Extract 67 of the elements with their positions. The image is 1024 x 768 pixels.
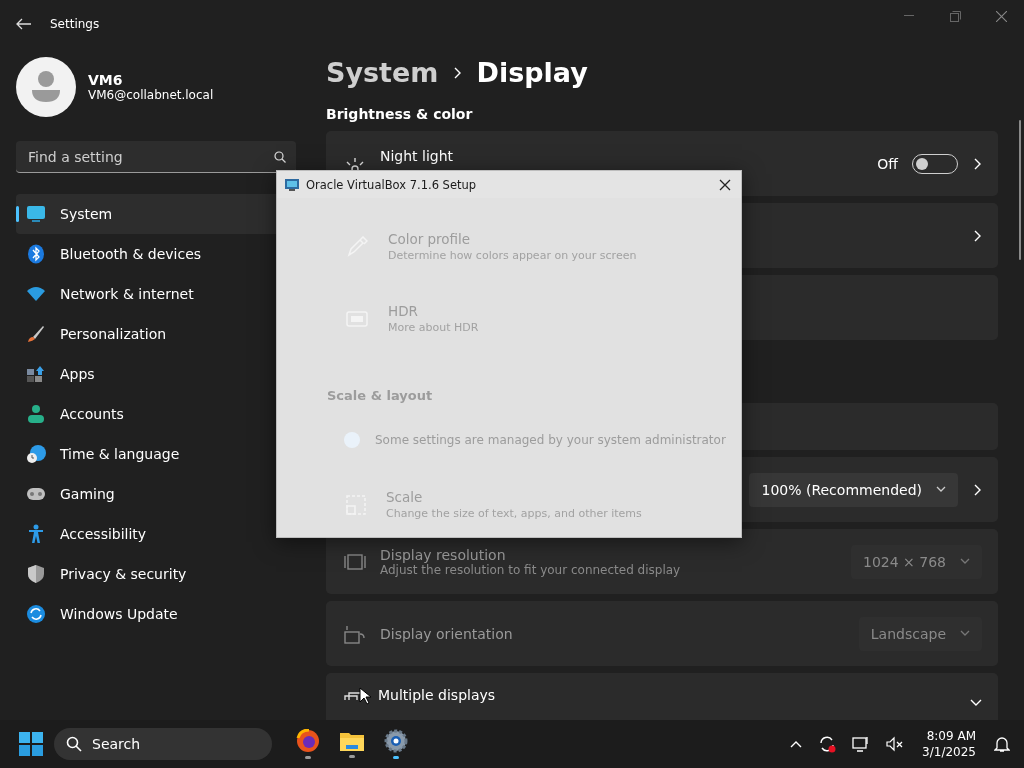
nav-item[interactable]: Gaming — [16, 474, 296, 514]
chevron-right-icon — [972, 229, 982, 242]
person-icon — [26, 404, 46, 424]
search-box[interactable]: Find a setting — [16, 141, 296, 173]
taskbar-search[interactable]: Search — [54, 728, 272, 760]
setting-description: Adjust the resolution to fit your connected display — [380, 562, 682, 577]
chevron-right-icon — [972, 483, 982, 496]
setting-title: Display orientation — [380, 625, 514, 642]
minimize-icon — [904, 15, 914, 17]
faded-title: HDR — [388, 303, 419, 319]
globe-clock-icon — [26, 444, 46, 464]
nav-item[interactable]: Apps — [16, 354, 296, 394]
sync-icon — [26, 604, 46, 624]
gamepad-icon — [26, 487, 46, 501]
dropdown[interactable]: 100% (Recommended) — [749, 472, 958, 507]
nav-item[interactable]: Accounts — [16, 394, 296, 434]
search-icon — [66, 736, 82, 752]
back-arrow-icon[interactable] — [16, 18, 32, 30]
search-icon — [274, 150, 286, 163]
monitor-icon — [26, 205, 46, 223]
resolution-icon — [344, 552, 366, 571]
app-icon — [284, 177, 300, 192]
start-icon[interactable] — [18, 731, 44, 757]
chevron-down-icon — [960, 630, 970, 637]
nav-item[interactable]: Personalization — [16, 314, 296, 354]
bluetooth-icon — [26, 244, 46, 264]
faded-heading: Scale & layout — [327, 387, 433, 403]
nav-item[interactable]: Network & internet — [16, 274, 296, 314]
accessibility-icon — [26, 524, 46, 544]
clock[interactable]: 8:09 AM 3/1/2025 — [918, 728, 980, 760]
avatar — [16, 57, 76, 117]
page-title: Display — [476, 57, 588, 88]
user-email: VM6@collabnet.local — [88, 88, 214, 102]
chevron-right-icon — [972, 157, 982, 170]
faded-description: More about HDR — [388, 321, 479, 334]
close-icon — [995, 10, 1007, 22]
shield-icon — [26, 564, 46, 584]
faded-title: Color profile — [388, 231, 472, 247]
nav-item[interactable]: Time & language — [16, 434, 296, 474]
restore-icon — [949, 10, 961, 22]
wifi-icon — [26, 286, 46, 302]
setting-title: Multiple displays — [378, 687, 496, 703]
chevron-down-icon — [936, 486, 946, 493]
nav-item[interactable]: Bluetooth & devices — [16, 234, 296, 274]
paintbrush-icon — [26, 325, 46, 343]
breadcrumb-link[interactable]: System — [326, 57, 439, 88]
nav-item[interactable]: Accessibility — [16, 514, 296, 554]
setting-title: Display resolution — [380, 546, 507, 563]
faded-description: Determine how colors appear on your screen — [388, 249, 637, 262]
apps-icon — [26, 365, 46, 383]
info-icon — [343, 430, 361, 449]
faded-notice: Some settings are managed by your system administrator — [375, 432, 726, 447]
window-title: Settings — [50, 17, 100, 31]
section-heading: Brightness & color — [326, 106, 474, 122]
faded-title: Scale — [386, 489, 424, 505]
setting-title: Night light — [380, 148, 455, 164]
rotate-screen-icon — [344, 623, 366, 644]
chevron-down-icon — [960, 558, 970, 565]
faded-description: Change the size of text, apps, and other items — [386, 507, 642, 520]
nav-item[interactable]: Privacy & security — [16, 554, 296, 594]
nav-item[interactable]: Windows Update — [16, 594, 296, 634]
search-field[interactable]: Find a setting — [26, 147, 274, 166]
toggle-state-text: Off — [877, 155, 898, 172]
breadcrumb-chevron-icon — [452, 66, 463, 79]
mouse-cursor — [359, 687, 371, 705]
dialog-title: Oracle VirtualBox 7.1.6 Setup — [306, 177, 477, 192]
user-name: VM6 — [88, 72, 124, 88]
